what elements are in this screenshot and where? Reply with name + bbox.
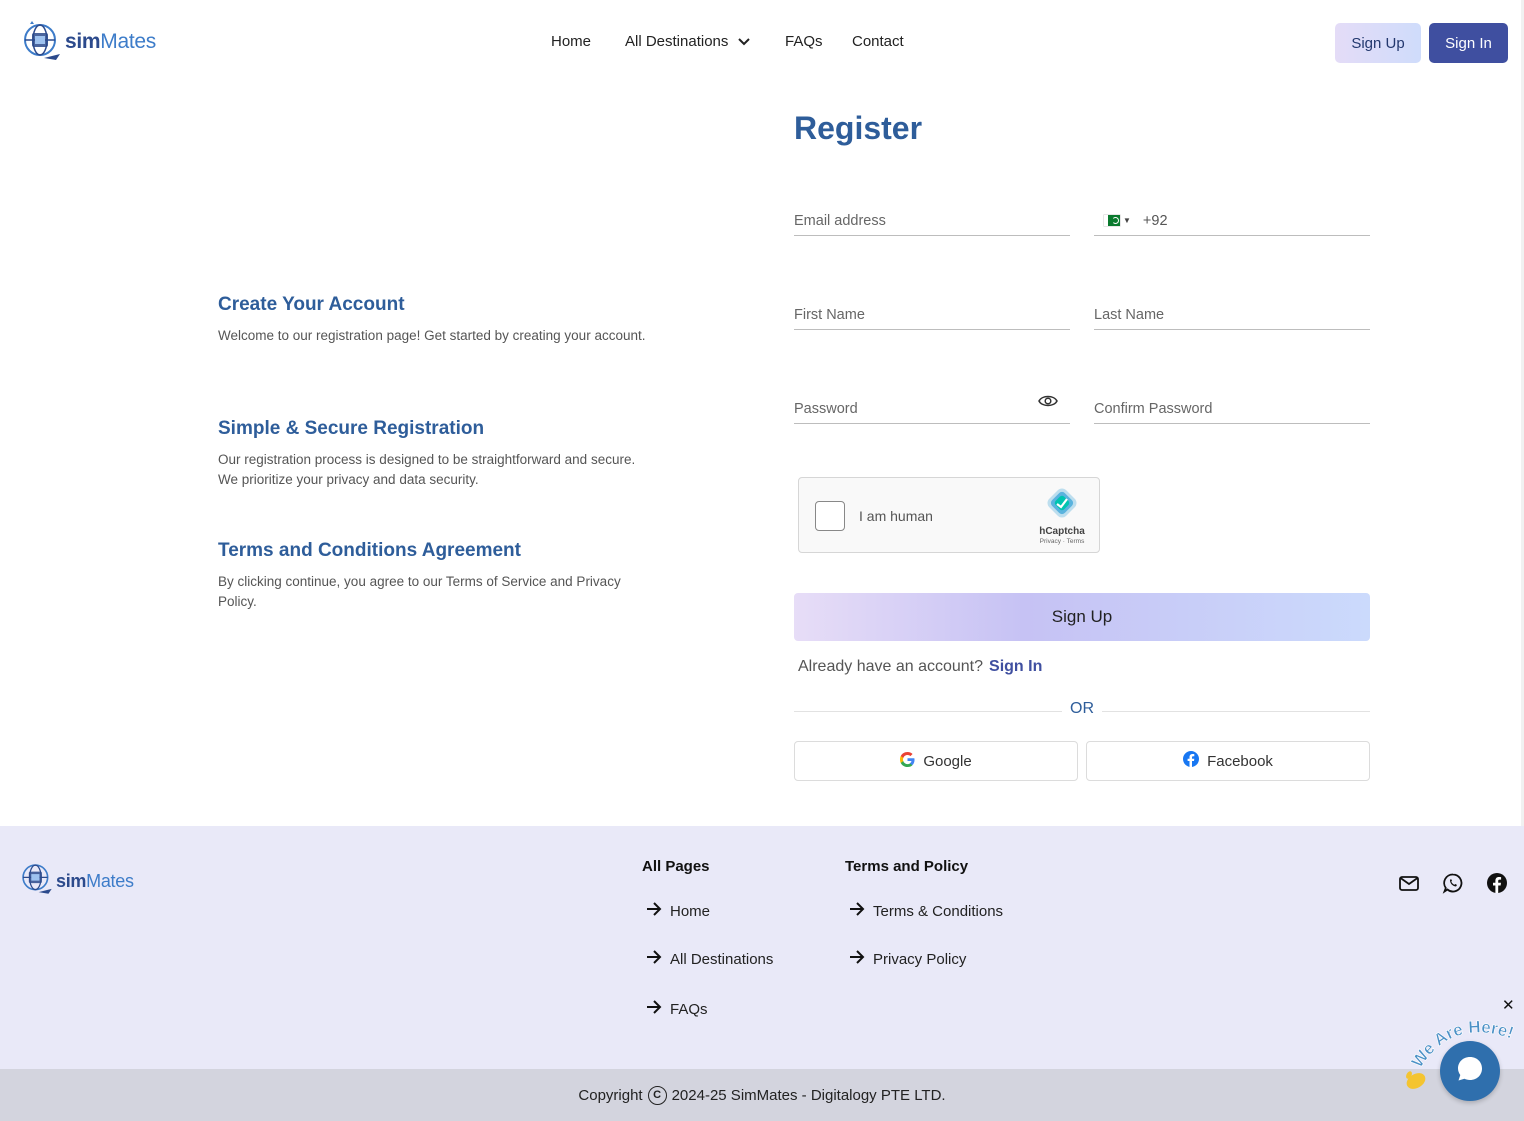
page-title: Register xyxy=(794,110,923,146)
copyright-prefix: Copyright xyxy=(578,1086,643,1104)
logo-globe-icon xyxy=(20,20,64,64)
eye-icon[interactable] xyxy=(1038,394,1058,412)
footer-logo-text: simMates xyxy=(56,871,134,892)
nav-faqs[interactable]: FAQs xyxy=(785,33,823,50)
copyright-bar: Copyright C 2024-25 SimMates - Digitalog… xyxy=(0,1069,1524,1121)
info-text: By clicking continue, you agree to our T… xyxy=(218,574,621,609)
email-field-wrapper xyxy=(794,206,1070,236)
first-name-field[interactable] xyxy=(794,300,1070,329)
logo-text-mates: Mates xyxy=(100,30,156,53)
divider-line-right xyxy=(1102,711,1370,712)
info-secure-registration: Simple & Secure Registration Our registr… xyxy=(218,418,658,489)
facebook-icon xyxy=(1183,751,1207,771)
close-icon[interactable]: ✕ xyxy=(1502,996,1515,1014)
password-field[interactable] xyxy=(794,394,1070,423)
header-sign-in-button[interactable]: Sign In xyxy=(1429,23,1508,63)
captcha-checkbox[interactable] xyxy=(815,501,845,531)
logo-text-sim: sim xyxy=(65,30,101,53)
footer-social-icons xyxy=(1398,872,1524,894)
caret-down-icon[interactable]: ▼ xyxy=(1123,216,1131,225)
footer: simMates All Pages Home All Destinations… xyxy=(0,826,1524,1069)
footer-link-label: All Destinations xyxy=(670,950,774,968)
footer-link-home[interactable]: Home xyxy=(646,902,710,920)
copyright-text: 2024-25 SimMates - Digitalogy PTE LTD. xyxy=(671,1086,946,1104)
arrow-right-icon xyxy=(646,1000,670,1018)
phone-field-wrapper: ▼ xyxy=(1094,206,1370,236)
captcha-widget: I am human hCaptcha Privacy · Terms xyxy=(798,477,1100,553)
chat-icon xyxy=(1455,1054,1485,1089)
already-account-text: Already have an account? xyxy=(798,658,984,675)
google-login-button[interactable]: Google xyxy=(794,741,1078,781)
first-name-wrapper xyxy=(794,300,1070,330)
mail-icon[interactable] xyxy=(1398,872,1420,894)
info-title: Terms and Conditions Agreement xyxy=(218,540,521,561)
footer-link-faqs[interactable]: FAQs xyxy=(646,1000,708,1018)
arrow-right-icon xyxy=(849,950,873,968)
nav-all-destinations[interactable]: All Destinations xyxy=(625,33,751,50)
footer-link-privacy[interactable]: Privacy Policy xyxy=(849,950,966,968)
logo-text: simMates xyxy=(65,30,156,54)
or-text: OR xyxy=(1070,700,1094,717)
info-terms-agreement: Terms and Conditions Agreement By clicki… xyxy=(218,540,658,611)
footer-link-label: FAQs xyxy=(670,1000,708,1018)
facebook-round-icon[interactable] xyxy=(1486,872,1508,894)
sign-up-button[interactable]: Sign Up xyxy=(794,593,1370,641)
captcha-brand: hCaptcha xyxy=(1039,526,1085,537)
info-title: Create Your Account xyxy=(218,294,405,315)
header-sign-up-button[interactable]: Sign Up xyxy=(1335,23,1421,63)
nav-home[interactable]: Home xyxy=(551,33,591,50)
flag-pakistan-icon[interactable] xyxy=(1104,215,1120,226)
captcha-label: I am human xyxy=(859,508,933,524)
phone-field[interactable] xyxy=(1142,206,1343,235)
hcaptcha-logo: hCaptcha Privacy · Terms xyxy=(1037,486,1087,545)
footer-link-label: Home xyxy=(670,902,711,920)
chevron-down-icon xyxy=(738,33,751,50)
info-create-account: Create Your Account Welcome to our regis… xyxy=(218,294,658,346)
last-name-wrapper xyxy=(1094,300,1370,330)
last-name-field[interactable] xyxy=(1094,300,1370,329)
hcaptcha-icon xyxy=(1045,488,1079,524)
chat-button[interactable] xyxy=(1440,1041,1500,1101)
footer-terms-policy: Terms and Policy xyxy=(845,858,968,875)
or-divider: OR xyxy=(794,700,1370,722)
arrow-right-icon xyxy=(646,902,670,920)
footer-terms-title: Terms and Policy xyxy=(845,858,969,875)
footer-all-pages-title: All Pages xyxy=(642,858,710,875)
footer-logo[interactable]: simMates xyxy=(19,860,134,903)
info-title: Simple & Secure Registration xyxy=(218,418,485,439)
nav-all-destinations-label: All Destinations xyxy=(625,33,729,50)
google-label: Google xyxy=(923,752,972,770)
footer-logo-sim: sim xyxy=(56,871,87,891)
footer-link-label: Terms & Conditions xyxy=(873,902,1004,920)
sign-in-link[interactable]: Sign In xyxy=(989,658,1042,675)
footer-link-terms[interactable]: Terms & Conditions xyxy=(849,902,1003,920)
footer-link-label: Privacy Policy xyxy=(873,950,967,968)
info-text: Welcome to our registration page! Get st… xyxy=(218,328,646,343)
captcha-links[interactable]: Privacy · Terms xyxy=(1037,538,1087,545)
facebook-label: Facebook xyxy=(1207,752,1273,770)
logo[interactable]: simMates xyxy=(20,20,156,64)
footer-logo-mates: Mates xyxy=(86,871,134,891)
email-field[interactable] xyxy=(794,206,1070,235)
nav-contact[interactable]: Contact xyxy=(852,33,904,50)
confirm-password-field[interactable] xyxy=(1094,394,1370,423)
arrow-right-icon xyxy=(849,902,873,920)
copyright-icon: C xyxy=(647,1085,667,1105)
arrow-right-icon xyxy=(646,950,670,968)
header: simMates Home All Destinations FAQs Cont… xyxy=(0,0,1524,86)
info-text: Our registration process is designed to … xyxy=(218,452,636,487)
logo-globe-icon xyxy=(19,860,55,903)
whatsapp-icon[interactable] xyxy=(1442,872,1464,894)
google-icon xyxy=(900,751,923,771)
footer-link-all-destinations[interactable]: All Destinations xyxy=(646,950,773,968)
facebook-login-button[interactable]: Facebook xyxy=(1086,741,1370,781)
password-wrapper xyxy=(794,394,1070,424)
footer-all-pages: All Pages xyxy=(642,858,710,875)
already-account: Already have an account? Sign In xyxy=(798,658,1042,676)
confirm-password-wrapper xyxy=(1094,394,1370,424)
